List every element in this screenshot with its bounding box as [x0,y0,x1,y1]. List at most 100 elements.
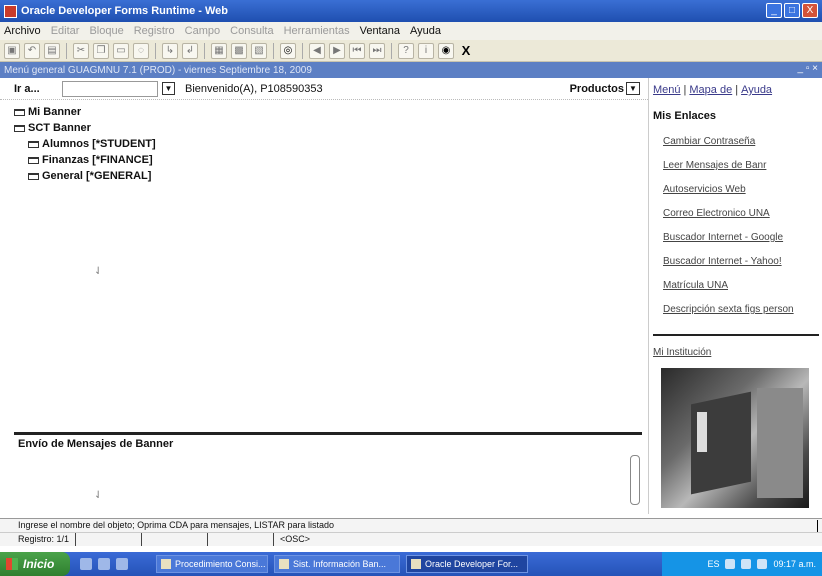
link-separator: | [735,84,739,96]
link-change-password[interactable]: Cambiar Contraseña [663,136,794,160]
taskbar-item[interactable]: Sist. Información Ban... [274,555,400,573]
chevron-down-icon[interactable]: ▼ [162,82,175,95]
messages-area[interactable] [14,452,642,512]
oracle-app-icon [411,559,421,569]
record-counter: Registro: 1/1 [18,533,77,546]
minimize-button[interactable]: _ [766,3,782,18]
tree-node-mi-banner[interactable]: Mi Banner [14,104,156,120]
help-icon[interactable]: ? [398,42,414,59]
right-panel: Menú | Mapa de | Ayuda Mis Enlaces Cambiar C… [648,78,822,514]
menu-tree: Mi Banner SCT Banner Alumnos [*STUDENT] … [14,104,156,184]
link-read-messages[interactable]: Leer Mensajes de Banr [663,160,794,184]
taskbar: Inicio Procedimiento Consi... Sist. Info… [0,552,822,576]
my-links-heading: Mis Enlaces [653,110,716,122]
network-icon[interactable] [725,559,736,569]
tree-node-label: General [*GENERAL] [42,170,152,182]
menu-consulta[interactable]: Consulta [230,25,273,37]
taskbar-item[interactable]: Procedimiento Consi... [156,555,268,573]
goto-input[interactable] [62,80,158,97]
clear-icon[interactable]: ◌ [133,42,149,59]
rollback-icon[interactable]: ↶ [24,42,40,59]
menu-archivo[interactable]: Archivo [4,25,41,37]
tree-node-label: Mi Banner [28,106,82,118]
inner-window-title: Menú general GUAGMNU 7.1 (PROD) - vierne… [4,64,312,76]
sitemap-link[interactable]: Mapa de [689,84,732,96]
previous-record-icon[interactable]: ◀ [309,42,325,59]
productos-dropdown-icon[interactable]: ▼ [626,82,640,95]
help-circle-icon[interactable]: ◉ [438,42,454,59]
menu-link[interactable]: Menú [653,84,681,96]
link-yahoo[interactable]: Buscador Internet - Yahoo! [663,256,794,280]
next-record-icon[interactable]: ▶ [329,42,345,59]
tree-node-general[interactable]: General [*GENERAL] [14,168,156,184]
link-email[interactable]: Correo Electronico UNA [663,208,794,232]
folder-icon [28,140,39,148]
task-label: Oracle Developer For... [425,559,519,569]
messages-title: Envío de Mensajes de Banner [18,438,174,450]
menu-bloque[interactable]: Bloque [89,25,123,37]
status-divider [817,520,818,532]
quicklaunch-icon[interactable] [80,558,92,570]
print-icon[interactable]: ▤ [44,42,60,59]
menu-ayuda[interactable]: Ayuda [410,25,441,37]
tree-node-label: SCT Banner [28,122,91,134]
link-self-service[interactable]: Autoservicios Web [663,184,794,208]
close-button[interactable]: X [802,3,818,18]
cut-icon[interactable]: ✂ [73,42,89,59]
start-label: Inicio [23,557,55,571]
menu-herramientas[interactable]: Herramientas [284,25,350,37]
menu-ventana[interactable]: Ventana [360,25,400,37]
start-button[interactable]: Inicio [0,552,70,576]
tree-node-alumnos[interactable]: Alumnos [*STUDENT] [14,136,156,152]
save-icon[interactable]: ▣ [4,42,20,59]
info-icon[interactable]: i [418,42,434,59]
quicklaunch-icon[interactable] [98,558,110,570]
cancel-query-icon[interactable]: ▧ [251,42,267,59]
enter-query-icon[interactable]: ▦ [211,42,227,59]
window-titlebar: Oracle Developer Forms Runtime - Web _ □… [0,0,822,22]
cursor-mark-icon: ⇃ [94,490,103,501]
top-links: Menú | Mapa de | Ayuda [653,84,772,96]
quicklaunch-icon[interactable] [116,558,128,570]
insert-record-icon[interactable]: ↳ [162,42,178,59]
institution-link[interactable]: Mi Institución [653,347,711,358]
menu-registro[interactable]: Registro [134,25,175,37]
copy-icon[interactable]: ❐ [93,42,109,59]
tree-node-finanzas[interactable]: Finanzas [*FINANCE] [14,152,156,168]
security-icon[interactable] [757,559,768,569]
folder-icon [14,108,25,116]
menu-editar[interactable]: Editar [51,25,80,37]
search-icon[interactable]: ◎ [280,42,296,59]
language-indicator[interactable]: ES [707,559,719,569]
link-description[interactable]: Descripción sexta figs person [663,304,794,328]
osc-indicator: <OSC> [280,534,311,544]
messages-scrollbar[interactable] [630,455,640,505]
help-link[interactable]: Ayuda [741,84,772,96]
tree-node-sct-banner[interactable]: SCT Banner [14,120,156,136]
execute-query-icon[interactable]: ▩ [231,42,247,59]
maximize-button[interactable]: □ [784,3,800,18]
status-cell [214,533,275,546]
paste-icon[interactable]: ▭ [113,42,129,59]
delete-record-icon[interactable]: ↲ [182,42,198,59]
inner-window-controls[interactable]: _ ▫ × [797,63,818,74]
last-record-icon[interactable]: ⏭ [369,42,385,59]
folder-icon [28,172,39,180]
navigation-row: Ir a... ▼ Bienvenido(A), P108590353 Prod… [0,78,648,100]
messages-divider [14,432,642,435]
menu-campo[interactable]: Campo [185,25,220,37]
link-matricula[interactable]: Matrícula UNA [663,280,794,304]
inner-window-titlebar: Menú general GUAGMNU 7.1 (PROD) - vierne… [0,62,822,78]
institution-photo [661,368,809,508]
link-google[interactable]: Buscador Internet - Google [663,232,794,256]
taskbar-item-active[interactable]: Oracle Developer For... [406,555,528,573]
first-record-icon[interactable]: ⏮ [349,42,365,59]
volume-icon[interactable] [741,559,752,569]
quick-launch [80,558,128,570]
status-record-bar: Registro: 1/1 <OSC> [0,532,822,546]
cursor-mark-icon: ⇃ [94,266,103,277]
folder-open-icon [14,124,25,132]
welcome-text: Bienvenido(A), P108590353 [185,82,323,95]
task-label: Sist. Información Ban... [293,559,387,569]
exit-button[interactable]: X [458,43,474,59]
